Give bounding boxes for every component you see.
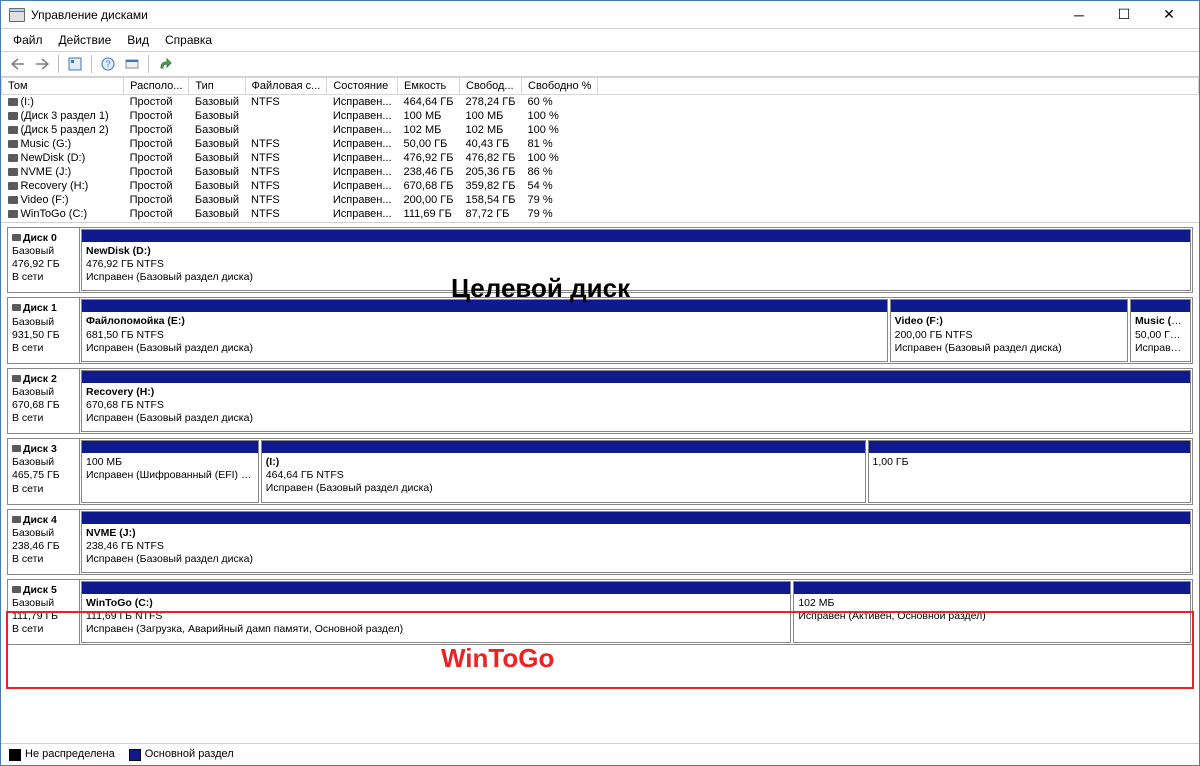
- menu-file[interactable]: Файл: [5, 31, 51, 49]
- disk-row[interactable]: Диск 5Базовый111,79 ГБВ сетиWinToGo (C:)…: [7, 579, 1193, 645]
- disk-row[interactable]: Диск 1Базовый931,50 ГБВ сетиФайлопомойка…: [7, 297, 1193, 363]
- menubar: Файл Действие Вид Справка: [1, 29, 1199, 51]
- disk-layout-pane[interactable]: Диск 0Базовый476,92 ГБВ сетиNewDisk (D:)…: [1, 223, 1199, 743]
- partition[interactable]: Recovery (H:)670,68 ГБ NTFSИсправен (Баз…: [81, 370, 1191, 432]
- volume-icon: [8, 168, 18, 176]
- partition[interactable]: (I:)464,64 ГБ NTFSИсправен (Базовый разд…: [261, 440, 866, 502]
- app-icon: [9, 8, 25, 22]
- column-header[interactable]: Том: [2, 78, 124, 95]
- volume-row[interactable]: Video (F:)ПростойБазовыйNTFSИсправен...2…: [2, 193, 1199, 207]
- maximize-button[interactable]: ☐: [1102, 2, 1146, 28]
- volume-icon: [8, 196, 18, 204]
- titlebar: Управление дисками ─ ☐ ✕: [1, 1, 1199, 29]
- column-header[interactable]: Емкость: [398, 78, 460, 95]
- menu-action[interactable]: Действие: [51, 31, 120, 49]
- column-header[interactable]: Свобод...: [460, 78, 522, 95]
- column-header[interactable]: Файловая с...: [245, 78, 327, 95]
- partition[interactable]: NewDisk (D:)476,92 ГБ NTFSИсправен (Базо…: [81, 229, 1191, 291]
- volume-icon: [8, 112, 18, 120]
- disk-info: Диск 5Базовый111,79 ГБВ сети: [8, 580, 80, 644]
- toolbar-icon-3[interactable]: [121, 53, 143, 75]
- volume-icon: [8, 140, 18, 148]
- volume-row[interactable]: NewDisk (D:)ПростойБазовыйNTFSИсправен..…: [2, 151, 1199, 165]
- minimize-button[interactable]: ─: [1057, 2, 1101, 28]
- volume-row[interactable]: WinToGo (C:)ПростойБазовыйNTFSИсправен..…: [2, 207, 1199, 221]
- partition[interactable]: WinToGo (C:)111,69 ГБ NTFSИсправен (Загр…: [81, 581, 791, 643]
- back-button[interactable]: [7, 53, 29, 75]
- menu-help[interactable]: Справка: [157, 31, 220, 49]
- volume-row[interactable]: (Диск 3 раздел 1)ПростойБазовыйИсправен.…: [2, 109, 1199, 123]
- volume-row[interactable]: Recovery (H:)ПростойБазовыйNTFSИсправен.…: [2, 179, 1199, 193]
- partition[interactable]: NVME (J:)238,46 ГБ NTFSИсправен (Базовый…: [81, 511, 1191, 573]
- svg-text:?: ?: [105, 59, 110, 69]
- partition[interactable]: Файлопомойка (E:)681,50 ГБ NTFSИсправен …: [81, 299, 888, 361]
- toolbar-icon-4[interactable]: [154, 53, 176, 75]
- close-button[interactable]: ✕: [1147, 2, 1191, 28]
- disk-info: Диск 0Базовый476,92 ГБВ сети: [8, 228, 80, 292]
- help-button[interactable]: ?: [97, 53, 119, 75]
- disk-row[interactable]: Диск 4Базовый238,46 ГБВ сетиNVME (J:)238…: [7, 509, 1193, 575]
- volume-row[interactable]: (Диск 5 раздел 2)ПростойБазовыйИсправен.…: [2, 123, 1199, 137]
- volume-row[interactable]: Music (G:)ПростойБазовыйNTFSИсправен...5…: [2, 137, 1199, 151]
- column-header[interactable]: Тип: [189, 78, 245, 95]
- forward-button[interactable]: [31, 53, 53, 75]
- legend-unallocated: Не распределена: [25, 748, 115, 760]
- volume-icon: [8, 182, 18, 190]
- column-header[interactable]: Свободно %: [522, 78, 598, 95]
- volume-icon: [8, 210, 18, 218]
- disk-row[interactable]: Диск 0Базовый476,92 ГБВ сетиNewDisk (D:)…: [7, 227, 1193, 293]
- partition[interactable]: 100 МБИсправен (Шифрованный (EFI) систем…: [81, 440, 259, 502]
- column-header[interactable]: Состояние: [327, 78, 398, 95]
- legend-primary: Основной раздел: [145, 748, 234, 760]
- volume-icon: [8, 98, 18, 106]
- disk-row[interactable]: Диск 3Базовый465,75 ГБВ сети100 МБИсправ…: [7, 438, 1193, 504]
- volume-row[interactable]: (I:)ПростойБазовыйNTFSИсправен...464,64 …: [2, 95, 1199, 110]
- partition[interactable]: Music (G:)50,00 ГБ NTFSИсправен (Базовый…: [1130, 299, 1191, 361]
- toolbar-icon-1[interactable]: [64, 53, 86, 75]
- volume-icon: [8, 126, 18, 134]
- disk-info: Диск 1Базовый931,50 ГБВ сети: [8, 298, 80, 362]
- disk-row[interactable]: Диск 2Базовый670,68 ГБВ сетиRecovery (H:…: [7, 368, 1193, 434]
- disk-info: Диск 2Базовый670,68 ГБВ сети: [8, 369, 80, 433]
- volume-list[interactable]: ТомРасполо...ТипФайловая с...СостояниеЕм…: [1, 77, 1199, 223]
- toolbar: ?: [1, 51, 1199, 77]
- volume-row[interactable]: NVME (J:)ПростойБазовыйNTFSИсправен...23…: [2, 165, 1199, 179]
- column-header[interactable]: Располо...: [124, 78, 189, 95]
- partition[interactable]: Video (F:)200,00 ГБ NTFSИсправен (Базовы…: [890, 299, 1128, 361]
- disk-info: Диск 3Базовый465,75 ГБВ сети: [8, 439, 80, 503]
- partition[interactable]: 102 МБИсправен (Активен, Основной раздел…: [793, 581, 1191, 643]
- window-title: Управление дисками: [31, 8, 1057, 22]
- disk-info: Диск 4Базовый238,46 ГБВ сети: [8, 510, 80, 574]
- legend: Не распределена Основной раздел: [1, 743, 1199, 765]
- volume-icon: [8, 154, 18, 162]
- partition[interactable]: 1,00 ГБ: [868, 440, 1191, 502]
- menu-view[interactable]: Вид: [119, 31, 157, 49]
